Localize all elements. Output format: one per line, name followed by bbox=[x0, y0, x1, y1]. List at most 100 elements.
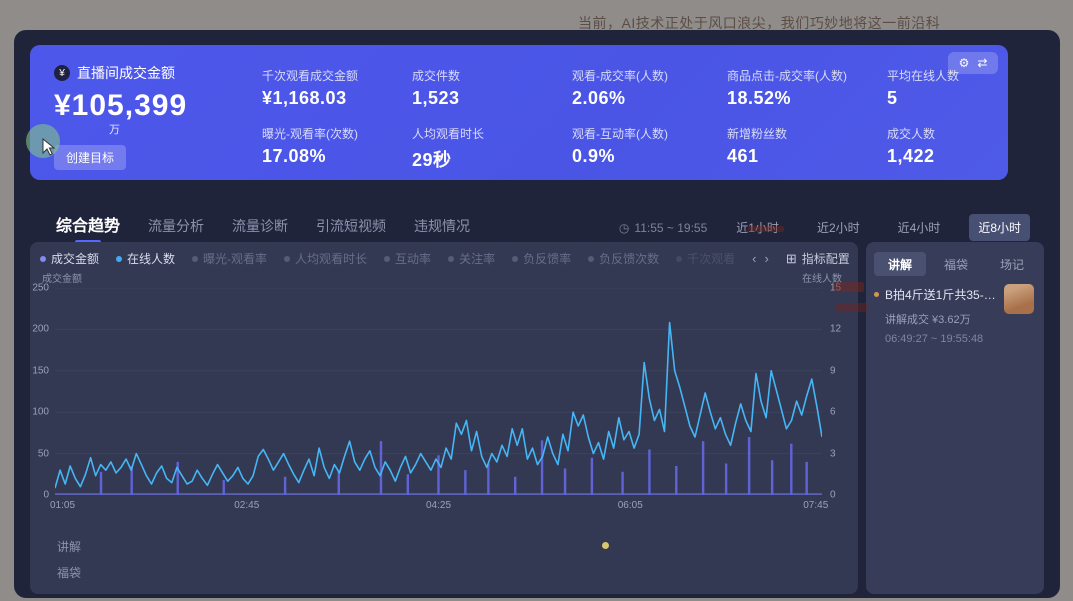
legend-dot bbox=[284, 256, 290, 262]
explain-event-marker[interactable] bbox=[602, 542, 609, 549]
legend-label: 负反馈率 bbox=[523, 250, 571, 267]
legend-follow-rate[interactable]: 关注率 bbox=[448, 250, 495, 267]
metric-label: 人均观看时长 bbox=[412, 125, 562, 142]
clock-icon: ◷ bbox=[619, 221, 629, 235]
metric-label: 观看-互动率(人数) bbox=[572, 125, 722, 142]
tab-traffic-diagnosis[interactable]: 流量诊断 bbox=[232, 216, 288, 236]
legend-dot bbox=[384, 256, 390, 262]
metric-label: 千次观看成交金额 bbox=[262, 67, 412, 84]
right-axis-tick: 12 bbox=[822, 324, 841, 335]
item-bullet-dot bbox=[874, 292, 879, 297]
tab-violations[interactable]: 违规情况 bbox=[414, 216, 470, 236]
legend-per-thousand-views[interactable]: 千次观看 bbox=[676, 250, 735, 267]
legend-label: 成交金额 bbox=[51, 250, 99, 267]
legend-interaction-rate[interactable]: 互动率 bbox=[384, 250, 431, 267]
x-axis-tick: 02:45 bbox=[234, 500, 259, 511]
metric-label: 成交人数 bbox=[887, 125, 1037, 142]
x-axis-tick: 04:25 bbox=[426, 500, 451, 511]
time-filter-bar: ◷ 11:55 ~ 19:55 近1小时 近2小时 近4小时 近8小时 bbox=[619, 214, 1030, 241]
metric-card: 曝光-观看率(次数) 17.08% bbox=[262, 125, 412, 167]
side-panel-tabs: 讲解 福袋 场记 bbox=[874, 252, 1038, 276]
x-axis-tick: 06:05 bbox=[618, 500, 643, 511]
tab-overall-trend[interactable]: 综合趋势 bbox=[56, 212, 120, 236]
config-label: 指标配置 bbox=[802, 250, 850, 267]
left-axis-tick: 0 bbox=[43, 490, 55, 501]
legend-negative-feedback-rate[interactable]: 负反馈率 bbox=[512, 250, 571, 267]
left-axis-tick: 100 bbox=[32, 407, 55, 418]
side-tab-explain[interactable]: 讲解 bbox=[874, 252, 926, 276]
left-axis-tick: 150 bbox=[32, 365, 55, 376]
metric-value: 0.9% bbox=[572, 146, 722, 167]
trend-plot-area[interactable]: 0501001502002500369121501:0502:4504:2506… bbox=[55, 288, 822, 495]
legend-pager: ‹ › bbox=[752, 251, 769, 266]
tab-traffic-analysis[interactable]: 流量分析 bbox=[148, 216, 204, 236]
legend-label: 千次观看 bbox=[687, 250, 735, 267]
tab-short-video[interactable]: 引流短视频 bbox=[316, 216, 386, 236]
pager-next-icon[interactable]: › bbox=[764, 251, 768, 266]
metric-value: 18.52% bbox=[727, 88, 877, 109]
metric-value: 5 bbox=[887, 88, 1037, 109]
metric-card: 观看-成交率(人数) 2.06% bbox=[572, 67, 722, 109]
metric-label: 曝光-观看率(次数) bbox=[262, 125, 412, 142]
metric-card: 人均观看时长 29秒 bbox=[412, 125, 562, 172]
filter-last-2h[interactable]: 近2小时 bbox=[808, 214, 869, 241]
swap-metrics-icon[interactable]: ⇄ bbox=[977, 56, 987, 70]
right-axis-tick: 0 bbox=[822, 490, 836, 501]
explain-list-item[interactable]: B拍4斤送1斤共35-4… 讲解成交 ¥3.62万 06:49:27 ~ 19:… bbox=[874, 286, 1036, 345]
legend-avg-watch-time[interactable]: 人均观看时长 bbox=[284, 250, 367, 267]
legend-label: 负反馈次数 bbox=[599, 250, 659, 267]
video-artifact bbox=[748, 226, 784, 232]
video-artifact bbox=[834, 282, 864, 292]
metric-label: 商品点击-成交率(人数) bbox=[727, 67, 877, 84]
timeline-row-luckybag: 福袋 bbox=[57, 564, 81, 581]
legend-dot bbox=[40, 256, 46, 262]
time-range-text: 11:55 ~ 19:55 bbox=[634, 221, 707, 235]
summary-metrics-panel: ¥ 直播间成交金额 ¥105,399 万 创建目标 千次观看成交金额 ¥1,16… bbox=[30, 45, 1008, 180]
gmv-total-value: ¥105,399 bbox=[54, 89, 187, 123]
x-axis-tick: 07:45 bbox=[803, 500, 828, 511]
config-grid-icon: ⊞ bbox=[786, 251, 797, 267]
right-axis-tick: 9 bbox=[822, 365, 836, 376]
yuan-badge-icon: ¥ bbox=[54, 65, 70, 81]
pager-prev-icon[interactable]: ‹ bbox=[752, 251, 756, 266]
metric-label: 观看-成交率(人数) bbox=[572, 67, 722, 84]
legend-label: 关注率 bbox=[459, 250, 495, 267]
left-axis-tick: 50 bbox=[38, 448, 55, 459]
metric-value: 29秒 bbox=[412, 146, 562, 172]
left-axis-tick: 250 bbox=[32, 283, 55, 294]
legend-exposure-view-rate[interactable]: 曝光-观看率 bbox=[192, 250, 267, 267]
hero-metric-title-row: ¥ 直播间成交金额 bbox=[54, 63, 187, 83]
legend-negative-feedback-count[interactable]: 负反馈次数 bbox=[588, 250, 659, 267]
metric-label: 新增粉丝数 bbox=[727, 125, 877, 142]
metric-card: 观看-互动率(人数) 0.9% bbox=[572, 125, 722, 167]
metric-card: 成交件数 1,523 bbox=[412, 67, 562, 109]
legend-dot bbox=[448, 256, 454, 262]
metric-card: 成交人数 1,422 bbox=[887, 125, 1037, 167]
metric-card: 千次观看成交金额 ¥1,168.03 bbox=[262, 67, 412, 109]
metric-label: 成交件数 bbox=[412, 67, 562, 84]
side-tab-notes[interactable]: 场记 bbox=[986, 252, 1038, 276]
metric-card: 新增粉丝数 461 bbox=[727, 125, 877, 167]
metric-config-button[interactable]: ⊞ 指标配置 bbox=[786, 250, 850, 267]
explain-time-range: 06:49:27 ~ 19:55:48 bbox=[885, 333, 1036, 345]
legend-gmv[interactable]: 成交金额 bbox=[40, 250, 99, 267]
x-axis-tick: 01:05 bbox=[50, 500, 75, 511]
video-artifact bbox=[836, 303, 868, 312]
legend-online-users[interactable]: 在线人数 bbox=[116, 250, 175, 267]
metric-value: 1,422 bbox=[887, 146, 1037, 167]
legend-label: 在线人数 bbox=[127, 250, 175, 267]
settings-gear-icon[interactable]: ⚙ bbox=[959, 56, 970, 70]
right-axis-tick: 3 bbox=[822, 448, 836, 459]
legend-dot bbox=[512, 256, 518, 262]
metric-value: 17.08% bbox=[262, 146, 412, 167]
timeline-row-explain: 讲解 bbox=[57, 538, 81, 555]
legend-dot bbox=[192, 256, 198, 262]
legend-dot bbox=[676, 256, 682, 262]
metric-value: 1,523 bbox=[412, 88, 562, 109]
filter-last-8h[interactable]: 近8小时 bbox=[969, 214, 1030, 241]
filter-last-4h[interactable]: 近4小时 bbox=[889, 214, 950, 241]
side-tab-luckybag[interactable]: 福袋 bbox=[930, 252, 982, 276]
create-goal-button[interactable]: 创建目标 bbox=[54, 145, 126, 170]
session-log-panel: 讲解 福袋 场记 B拍4斤送1斤共35-4… 讲解成交 ¥3.62万 06:49… bbox=[866, 242, 1044, 594]
main-tabs: 综合趋势 流量分析 流量诊断 引流短视频 违规情况 bbox=[56, 212, 470, 236]
